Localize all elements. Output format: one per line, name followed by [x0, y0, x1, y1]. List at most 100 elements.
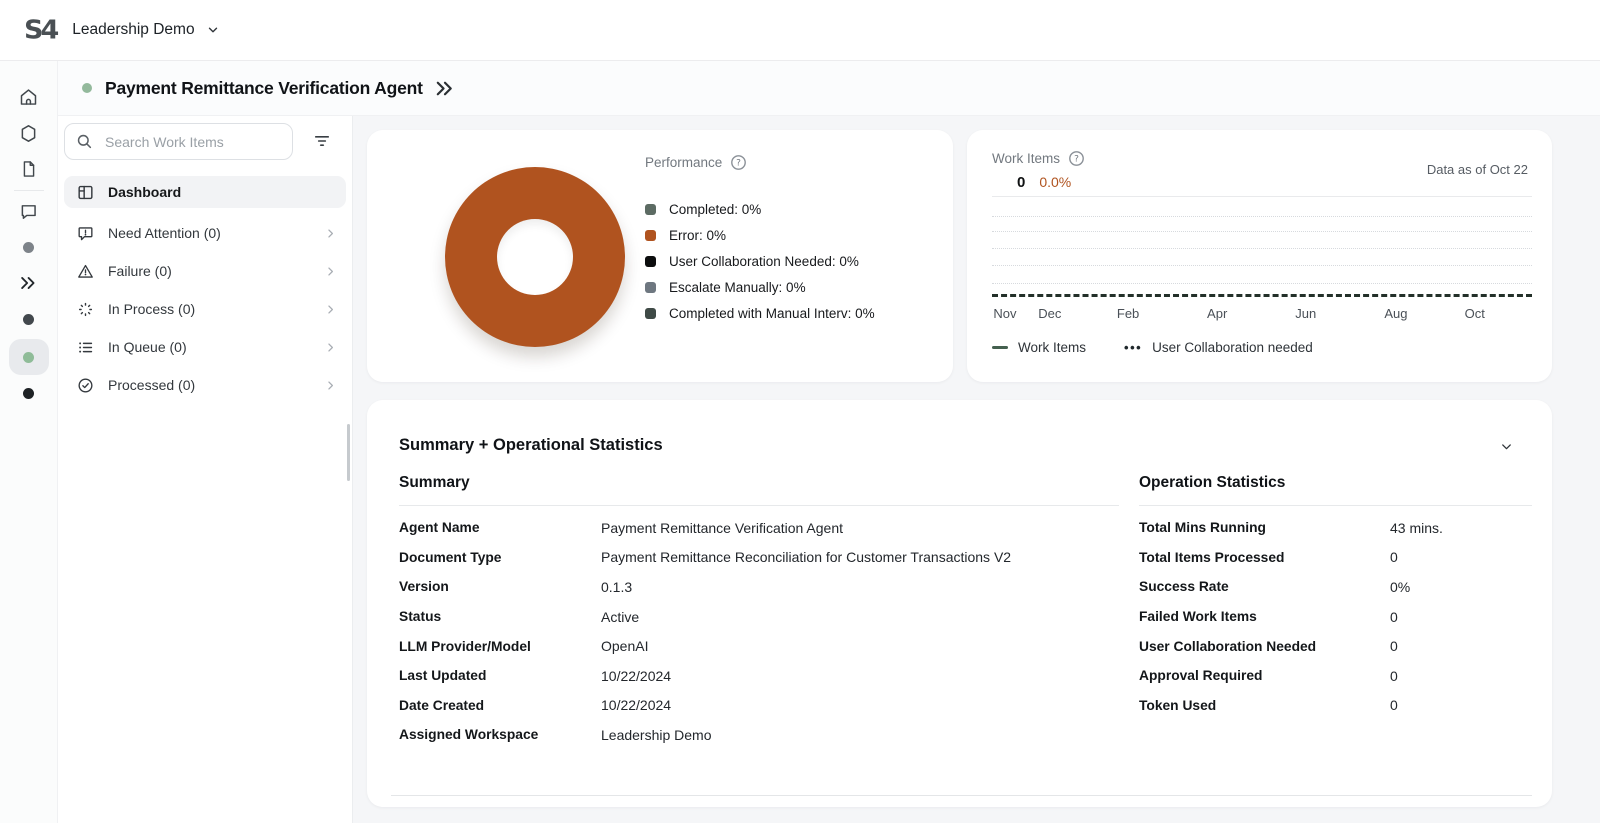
double-chevron-icon[interactable] [9, 265, 49, 301]
work-items-title-label: Work Items [992, 151, 1060, 166]
row-label: Version [399, 579, 601, 594]
x-tick-label: Dec [1038, 306, 1061, 321]
operation-statistics-title: Operation Statistics [1139, 474, 1532, 506]
top-bar: S4 Leadership Demo [0, 0, 1600, 61]
summary-column: Summary Agent Name Payment Remittance Ve… [399, 474, 1119, 750]
sidebar-item-label: Dashboard [108, 184, 181, 200]
row-value: Active [601, 609, 1119, 625]
summary-statistics-card: Summary + Operational Statistics Summary… [367, 400, 1552, 807]
dashboard-icon [72, 183, 98, 202]
legend-label: User Collaboration needed [1152, 340, 1313, 355]
chat-icon[interactable] [9, 193, 49, 229]
stat-row: Success Rate 0% [1139, 572, 1532, 602]
row-value: 0 [1390, 668, 1532, 684]
work-items-count: 0 [1017, 174, 1025, 191]
check-circle-icon [72, 376, 98, 395]
chevron-down-icon [206, 23, 220, 37]
page-title: Payment Remittance Verification Agent [105, 78, 423, 99]
work-items-chart-legend: Work Items ••• User Collaboration needed [992, 340, 1313, 355]
row-value: 0 [1390, 609, 1532, 625]
legend-swatch [645, 230, 656, 241]
row-label: Success Rate [1139, 579, 1390, 594]
legend-label: Completed: 0% [669, 202, 761, 217]
row-value: 0 [1390, 697, 1532, 713]
work-items-percent: 0.0% [1039, 174, 1071, 190]
workspace-selector[interactable]: Leadership Demo [72, 21, 219, 39]
summary-row: Assigned Workspace Leadership Demo [399, 720, 1119, 750]
alert-bubble-icon [72, 224, 98, 243]
sidebar-item-in-queue[interactable]: In Queue (0) [64, 328, 346, 366]
rail-divider [14, 190, 44, 191]
chart-gridline [992, 231, 1532, 232]
sidebar: Dashboard Need Attention (0) Failure (0) [58, 116, 353, 823]
agent-status-dot [82, 83, 92, 93]
workspace-name: Leadership Demo [72, 21, 194, 39]
warning-triangle-icon [72, 262, 98, 281]
row-value: 10/22/2024 [601, 697, 1119, 713]
agent-dot-dark[interactable] [9, 301, 49, 337]
operation-statistics-column: Operation Statistics Total Mins Running … [1139, 474, 1532, 720]
summary-row: Last Updated 10/22/2024 [399, 661, 1119, 691]
sidebar-item-in-process[interactable]: In Process (0) [64, 290, 346, 328]
sidebar-scrollbar[interactable] [347, 424, 350, 481]
hexagon-icon[interactable] [9, 115, 49, 151]
stat-row: Approval Required 0 [1139, 661, 1532, 691]
x-tick-label: Feb [1117, 306, 1139, 321]
row-label: LLM Provider/Model [399, 639, 601, 654]
search-input[interactable] [103, 133, 288, 151]
row-label: Agent Name [399, 520, 601, 535]
agent-dot-black[interactable] [9, 375, 49, 411]
document-icon[interactable] [9, 151, 49, 187]
chevron-right-icon [323, 378, 338, 393]
row-label: Status [399, 609, 601, 624]
sidebar-item-label: In Process (0) [108, 301, 195, 317]
chevron-right-icon [323, 226, 338, 241]
agent-dot-green-active[interactable] [9, 339, 49, 375]
performance-card: Performance ? Completed: 0% Error: 0% Us… [367, 130, 953, 382]
card-bottom-divider [391, 795, 1532, 796]
row-label: Last Updated [399, 668, 601, 683]
chart-gridline [992, 248, 1532, 249]
svg-text:?: ? [1074, 155, 1079, 165]
search-box[interactable] [64, 123, 293, 160]
row-label: Failed Work Items [1139, 609, 1390, 624]
help-icon[interactable]: ? [1068, 150, 1085, 167]
help-icon[interactable]: ? [730, 154, 747, 171]
performance-donut-chart [445, 167, 625, 347]
section-collapse-chevron-icon[interactable] [1499, 439, 1514, 454]
legend-swatch [645, 282, 656, 293]
legend-item-work-items: Work Items [992, 340, 1086, 355]
stat-row: Token Used 0 [1139, 691, 1532, 721]
chart-gridline [992, 265, 1532, 266]
x-tick-label: Aug [1384, 306, 1407, 321]
sidebar-item-processed[interactable]: Processed (0) [64, 366, 346, 404]
agent-double-chevron-icon[interactable] [433, 77, 456, 100]
x-tick-label: Apr [1207, 306, 1227, 321]
row-label: Total Items Processed [1139, 550, 1390, 565]
legend-label: Completed with Manual Interv: 0% [669, 306, 875, 321]
filter-icon[interactable] [305, 124, 339, 158]
summary-row: Date Created 10/22/2024 [399, 691, 1119, 721]
agent-dot-gray[interactable] [9, 229, 49, 265]
stat-row: Failed Work Items 0 [1139, 602, 1532, 632]
sidebar-item-failure[interactable]: Failure (0) [64, 252, 346, 290]
svg-text:?: ? [736, 159, 741, 169]
section-title: Summary + Operational Statistics [399, 436, 663, 455]
chart-gridline [992, 283, 1532, 284]
summary-row: LLM Provider/Model OpenAI [399, 631, 1119, 661]
legend-item-completed: Completed: 0% [645, 196, 875, 222]
sidebar-nav: Dashboard Need Attention (0) Failure (0) [64, 176, 346, 404]
row-value: 10/22/2024 [601, 668, 1119, 684]
row-value: Leadership Demo [601, 727, 1119, 743]
home-icon[interactable] [9, 79, 49, 115]
sidebar-item-need-attention[interactable]: Need Attention (0) [64, 214, 346, 252]
legend-item-completed-manual: Completed with Manual Interv: 0% [645, 300, 875, 326]
performance-card-title: Performance ? [645, 154, 747, 171]
performance-title-label: Performance [645, 155, 722, 170]
sidebar-item-dashboard[interactable]: Dashboard [64, 176, 346, 208]
legend-item-user-collaboration-needed: ••• User Collaboration needed [1124, 340, 1313, 355]
sidebar-item-label: Need Attention (0) [108, 225, 221, 241]
work-items-current-values: 0 0.0% [1017, 174, 1071, 191]
row-label: Date Created [399, 698, 601, 713]
legend-label: User Collaboration Needed: 0% [669, 254, 859, 269]
